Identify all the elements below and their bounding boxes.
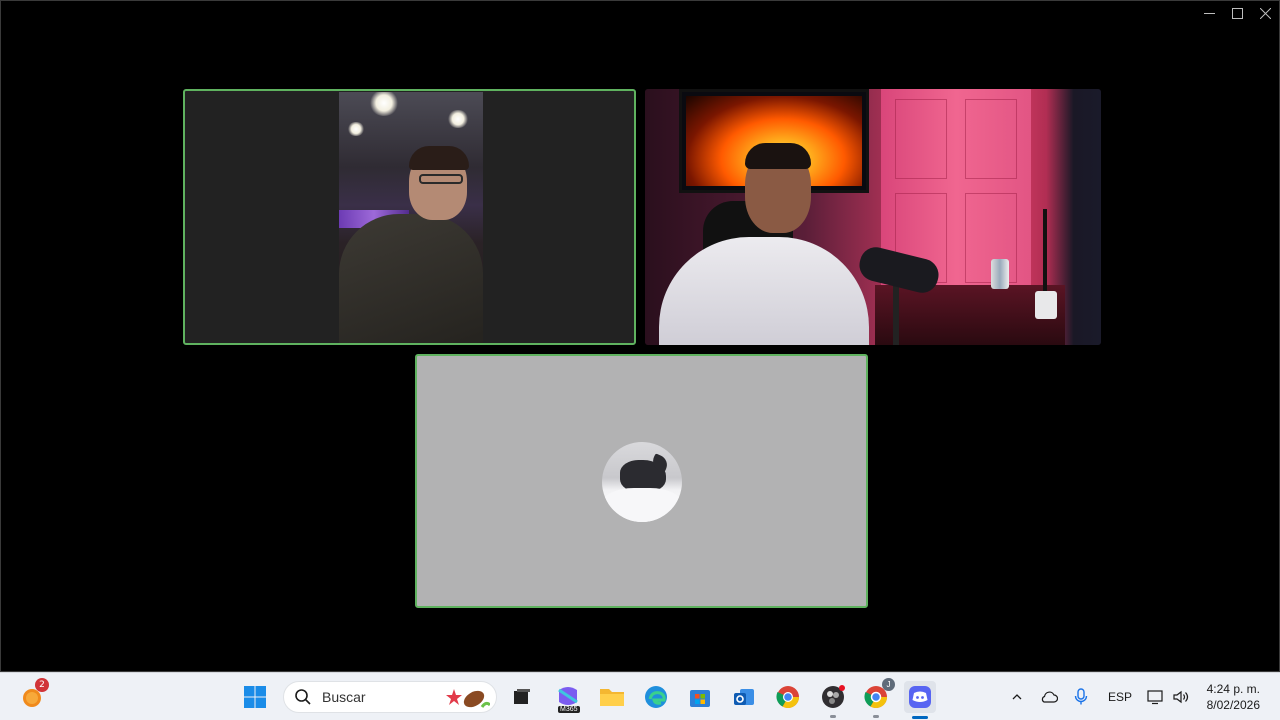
cloud-icon <box>1041 691 1058 703</box>
m365-label: M365 <box>558 706 580 713</box>
file-explorer-button[interactable] <box>597 682 627 712</box>
participant-video-tile-2[interactable] <box>645 89 1101 345</box>
task-view-icon <box>514 689 530 704</box>
chrome-button[interactable] <box>773 682 803 712</box>
notification-badge: 2 <box>35 678 49 692</box>
person-jacket <box>339 214 483 343</box>
close-icon <box>1259 7 1271 19</box>
ceiling-light <box>369 92 399 116</box>
minimize-button[interactable] <box>1195 1 1223 25</box>
running-indicator <box>873 715 879 718</box>
microphone-icon <box>1074 688 1088 705</box>
running-indicator <box>830 715 836 718</box>
search-highlight-football-icon <box>446 689 490 708</box>
chevron-up-icon <box>1012 694 1022 700</box>
task-view-button[interactable] <box>507 682 537 712</box>
discord-call-window <box>0 0 1280 672</box>
microsoft-store-button[interactable] <box>685 682 715 712</box>
speaker-icon <box>1173 690 1189 704</box>
clock-date: 8/02/2026 <box>1206 698 1260 712</box>
windows-taskbar: 2 Buscar M365 J ESP 4:24 p. m. 8/02/2026 <box>0 672 1280 720</box>
outlook-button[interactable] <box>729 682 759 712</box>
start-button[interactable] <box>240 682 270 712</box>
outlook-icon <box>734 689 754 705</box>
ceiling-light <box>347 122 365 136</box>
person-hair <box>745 143 811 169</box>
close-button[interactable] <box>1251 1 1279 25</box>
system-clock[interactable]: 4:24 p. m. 8/02/2026 <box>1207 681 1260 713</box>
microphone-in-use-button[interactable] <box>1066 682 1096 712</box>
lamp-stand <box>1043 209 1047 299</box>
onedrive-button[interactable] <box>1034 682 1064 712</box>
ceiling-light <box>447 110 469 128</box>
window-controls <box>1195 1 1279 25</box>
show-hidden-icons-button[interactable] <box>1002 682 1032 712</box>
windows-start-icon <box>244 686 266 708</box>
mic-arm <box>893 279 899 345</box>
volume-button[interactable] <box>1166 682 1196 712</box>
maximize-button[interactable] <box>1223 1 1251 25</box>
blanket <box>602 488 682 522</box>
discord-icon <box>909 686 931 708</box>
taskbar-search-box[interactable]: Buscar <box>283 681 497 713</box>
cup <box>1035 291 1057 319</box>
participant-avatar-tile-3[interactable] <box>415 354 868 608</box>
chrome-icon <box>776 686 799 708</box>
network-icon <box>1147 690 1163 705</box>
participant-1-video-feed <box>339 92 483 343</box>
clock-time: 4:24 p. m. <box>1206 682 1260 696</box>
search-icon <box>295 689 311 705</box>
person-hair <box>409 146 469 170</box>
file-explorer-icon <box>600 689 624 706</box>
active-indicator <box>912 716 928 719</box>
obs-icon <box>822 685 845 708</box>
input-language-indicator[interactable]: ESP <box>1108 690 1132 704</box>
edge-button[interactable] <box>641 682 671 712</box>
participant-video-tile-1[interactable] <box>183 89 636 345</box>
widgets-button[interactable]: 2 <box>17 678 49 712</box>
maximize-icon <box>1231 7 1243 19</box>
microsoft-store-icon <box>690 690 710 707</box>
discord-button[interactable] <box>904 681 936 719</box>
person-glasses <box>419 174 463 184</box>
minimize-icon <box>1203 12 1215 14</box>
search-placeholder: Buscar <box>322 689 366 705</box>
drink-can <box>991 259 1009 289</box>
edge-icon <box>645 686 667 708</box>
title-bar <box>1 1 1279 25</box>
chrome-profile-button[interactable]: J <box>861 678 895 718</box>
m365-copilot-button[interactable]: M365 <box>553 682 583 713</box>
participant-3-avatar <box>602 442 682 522</box>
obs-button[interactable] <box>818 682 848 718</box>
chrome-profile-initial: J <box>882 678 895 691</box>
